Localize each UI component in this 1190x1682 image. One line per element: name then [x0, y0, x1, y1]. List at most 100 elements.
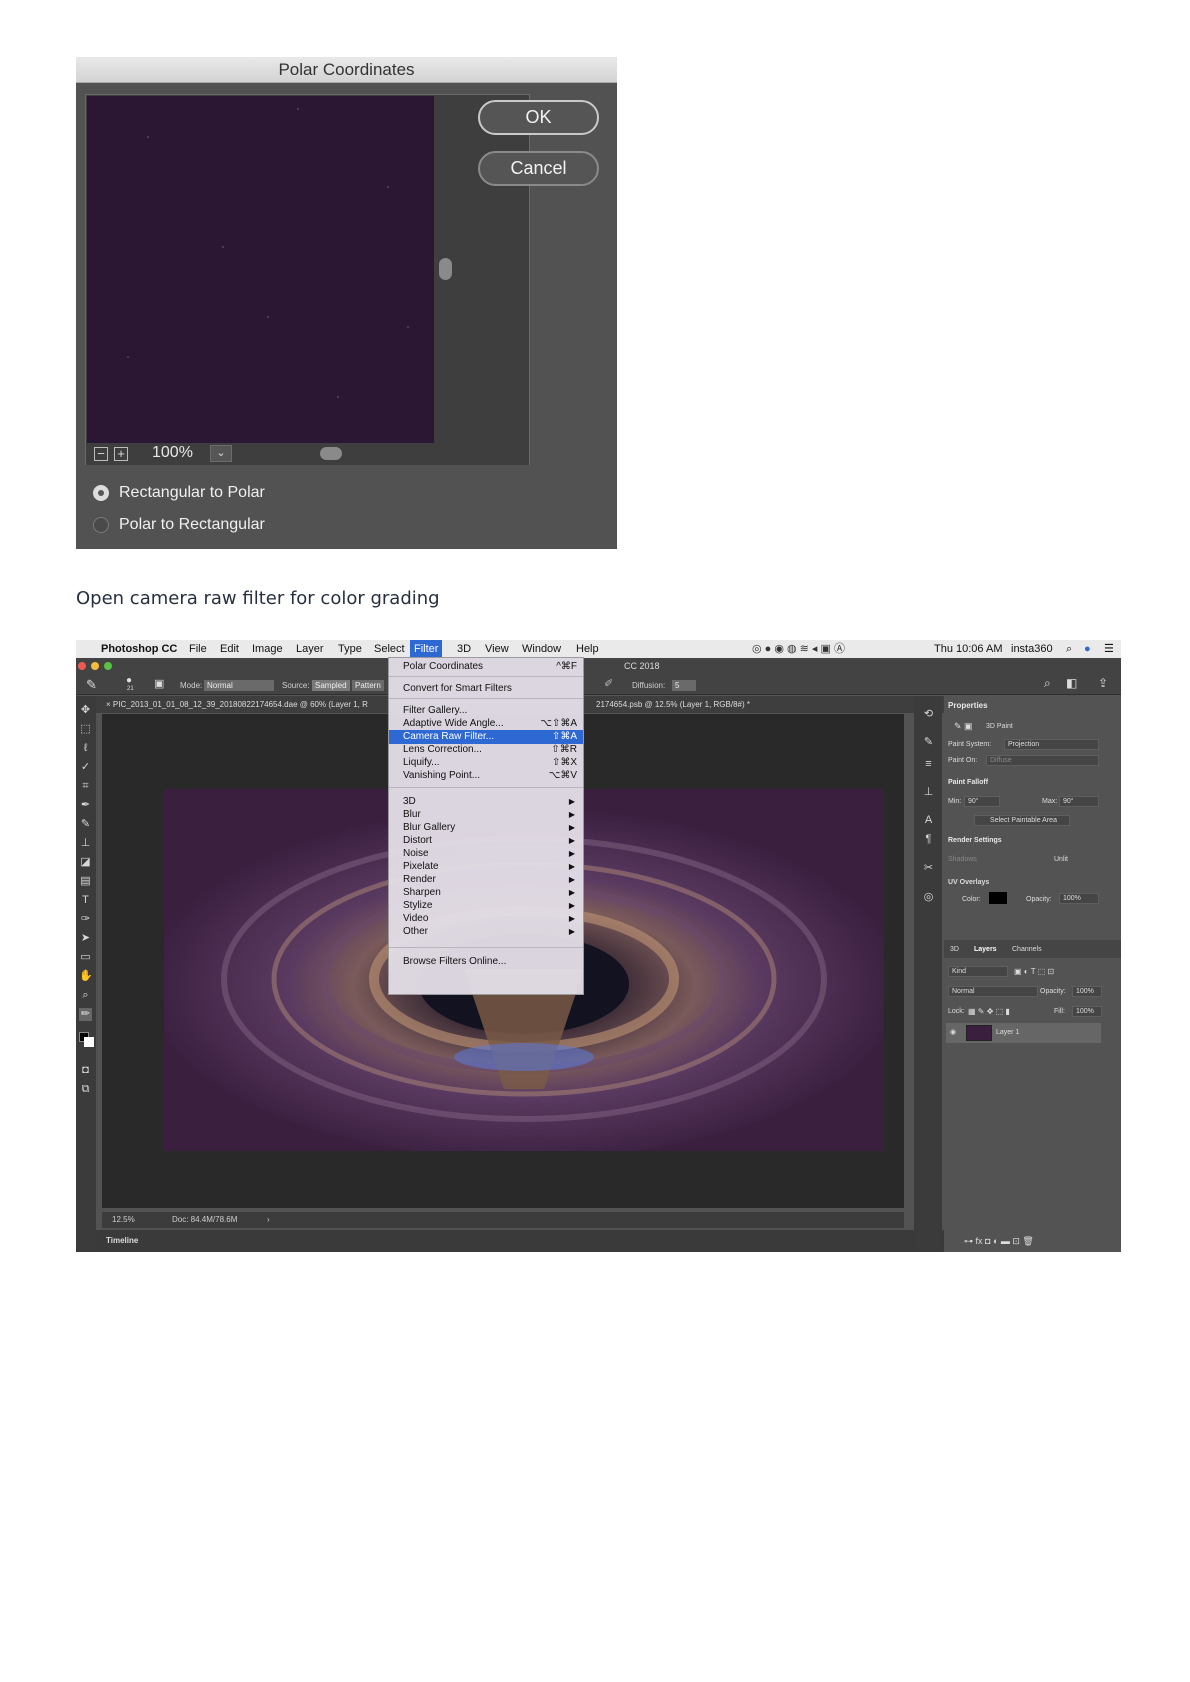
shape-tool-icon[interactable]: ▭ [79, 951, 92, 964]
zoom-in-button[interactable]: + [114, 447, 128, 461]
menu-app-name[interactable]: Photoshop CC [101, 640, 177, 658]
filter-menu-item[interactable]: Other ▶ [389, 925, 583, 939]
paint-system-select[interactable]: Projection [1004, 739, 1099, 750]
filter-menu-item[interactable]: Vanishing Point... ⌥⌘V [389, 769, 583, 783]
filter-menu-item[interactable]: Blur ▶ [389, 808, 583, 822]
pen-tool-icon[interactable]: ✑ [79, 913, 92, 926]
brush-settings-icon[interactable]: ▣ [154, 677, 164, 690]
gradient-tool-icon[interactable]: ▤ [79, 875, 92, 888]
tab-layers[interactable]: Layers [974, 944, 997, 955]
radio-selected[interactable] [93, 485, 109, 501]
preview-horizontal-scroll-thumb[interactable] [320, 447, 342, 460]
stamp-tool-icon[interactable]: ⊥ [79, 837, 92, 850]
share-icon[interactable]: ⇪ [1098, 676, 1108, 690]
3d-icon[interactable]: ◎ [922, 891, 935, 904]
search-icon[interactable]: ⌕ [1044, 676, 1051, 691]
menu-image[interactable]: Image [252, 640, 283, 658]
filter-menu-item[interactable]: Adaptive Wide Angle... ⌥⇧⌘A [389, 717, 583, 731]
tab-3d[interactable]: 3D [950, 944, 959, 955]
mode-select[interactable]: Normal [204, 680, 274, 691]
3d-material-tool-icon[interactable]: ✏ [79, 1008, 92, 1021]
siri-icon[interactable]: ● [1084, 640, 1091, 658]
quick-mask-icon[interactable]: ◘ [79, 1064, 92, 1077]
minimize-window-dot[interactable] [91, 662, 99, 670]
menu-file[interactable]: File [189, 640, 207, 658]
adjustments-icon[interactable]: ≡ [922, 758, 935, 771]
filter-menu-item[interactable]: Polar Coordinates ^⌘F [389, 660, 583, 674]
timeline-panel-tab[interactable]: Timeline [96, 1230, 956, 1252]
radio-unselected[interactable] [93, 517, 109, 533]
layer-filter-icons[interactable]: ▣ ◐ T ⬚ ⊡ [1014, 966, 1054, 977]
blend-mode-select[interactable]: Normal [948, 986, 1038, 997]
marquee-tool-icon[interactable]: ⬚ [79, 723, 92, 736]
menu-edit[interactable]: Edit [220, 640, 239, 658]
zoom-dropdown[interactable]: ⌄ [210, 445, 232, 462]
layer-name[interactable]: Layer 1 [996, 1027, 1019, 1038]
overlay-color-swatch[interactable] [989, 892, 1007, 904]
uv-opacity-field[interactable]: 100% [1059, 893, 1099, 904]
hand-tool-icon[interactable]: ✋ [79, 970, 93, 983]
eraser-tool-icon[interactable]: ◪ [79, 856, 92, 869]
crop-tool-icon[interactable]: ⌗ [79, 780, 92, 793]
filter-menu-item[interactable]: Render ▶ [389, 873, 583, 887]
quick-select-tool-icon[interactable]: ✓ [79, 761, 92, 774]
layer-opacity-field[interactable]: 100% [1072, 986, 1102, 997]
lock-icons[interactable]: ▦ ✎ ✥ ⬚ ▮ [968, 1006, 1010, 1017]
tools-preset-icon[interactable]: ✂ [922, 862, 935, 875]
menu-view[interactable]: View [485, 640, 509, 658]
path-select-tool-icon[interactable]: ➤ [79, 932, 92, 945]
uv-overlays-checkbox[interactable]: UV Overlays [948, 877, 989, 888]
menu-layer[interactable]: Layer [296, 640, 324, 658]
character-icon[interactable]: A [922, 814, 935, 827]
fill-field[interactable]: 100% [1072, 1006, 1102, 1017]
shadows-checkbox[interactable]: Shadows [948, 854, 977, 865]
layer-kind-filter[interactable]: Kind [948, 966, 1008, 977]
background-color-swatch[interactable] [84, 1037, 94, 1047]
zoom-window-dot[interactable] [104, 662, 112, 670]
tab-channels[interactable]: Channels [1012, 944, 1042, 955]
filter-menu-item[interactable]: Lens Correction... ⇧⌘R [389, 743, 583, 757]
menu-3d[interactable]: 3D [457, 640, 471, 658]
healing-brush-tool-icon[interactable]: ✎ [86, 677, 97, 693]
type-tool-icon[interactable]: T [79, 894, 92, 907]
layer-row[interactable]: ◉ Layer 1 [946, 1023, 1101, 1043]
spotlight-icon[interactable]: ⌕ [1066, 640, 1072, 658]
paint-mode-icon[interactable]: ✎ ▣ [954, 721, 973, 732]
filter-menu-item[interactable]: Distort ▶ [389, 834, 583, 848]
ok-button[interactable]: OK [478, 100, 599, 135]
eyedropper-tool-icon[interactable]: ✒ [79, 799, 92, 812]
status-zoom[interactable]: 12.5% [112, 1212, 135, 1228]
notification-list-icon[interactable]: ☰ [1104, 640, 1114, 658]
clone-source-icon[interactable]: ⊥ [922, 786, 935, 799]
history-icon[interactable]: ⟲ [922, 708, 935, 721]
source-pattern-button[interactable]: Pattern [352, 680, 384, 691]
lasso-tool-icon[interactable]: ℓ [79, 742, 92, 755]
workspace-icon[interactable]: ◧ [1066, 676, 1077, 690]
filter-menu-item[interactable]: Sharpen ▶ [389, 886, 583, 900]
filter-menu-item[interactable]: Noise ▶ [389, 847, 583, 861]
diffusion-value[interactable]: 5 [672, 680, 696, 691]
filter-menu-item[interactable]: Camera Raw Filter... ⇧⌘A [389, 730, 583, 744]
preview-vertical-scroll-thumb[interactable] [439, 258, 452, 280]
menu-filter[interactable]: Filter [410, 640, 443, 658]
close-window-dot[interactable] [78, 662, 86, 670]
zoom-tool-icon[interactable]: ⌕ [79, 989, 92, 1002]
filter-menu-item[interactable]: Convert for Smart Filters [389, 682, 583, 696]
paragraph-icon[interactable]: ¶ [922, 833, 935, 846]
filter-menu-item[interactable]: Filter Gallery... [389, 704, 583, 718]
filter-menu-item[interactable]: Blur Gallery ▶ [389, 821, 583, 835]
pressure-icon[interactable]: ✐ [604, 677, 613, 690]
brush-tool-icon[interactable]: ✎ [79, 818, 92, 831]
min-field[interactable]: 90° [964, 796, 1000, 807]
move-tool-icon[interactable]: ✥ [79, 704, 92, 717]
properties-title[interactable]: Properties [948, 698, 988, 714]
menu-type[interactable]: Type [338, 640, 362, 658]
brush-settings-panel-icon[interactable]: ✎ [922, 736, 935, 749]
source-sampled-button[interactable]: Sampled [312, 680, 350, 691]
paint-on-select[interactable]: Diffuse [986, 755, 1099, 766]
unlit-checkbox[interactable]: Unlit [1054, 854, 1068, 865]
menu-select[interactable]: Select [374, 640, 405, 658]
brush-preset-icon[interactable]: ● [126, 675, 132, 686]
screen-mode-icon[interactable]: ⧉ [79, 1083, 92, 1096]
filter-menu-item[interactable]: Stylize ▶ [389, 899, 583, 913]
